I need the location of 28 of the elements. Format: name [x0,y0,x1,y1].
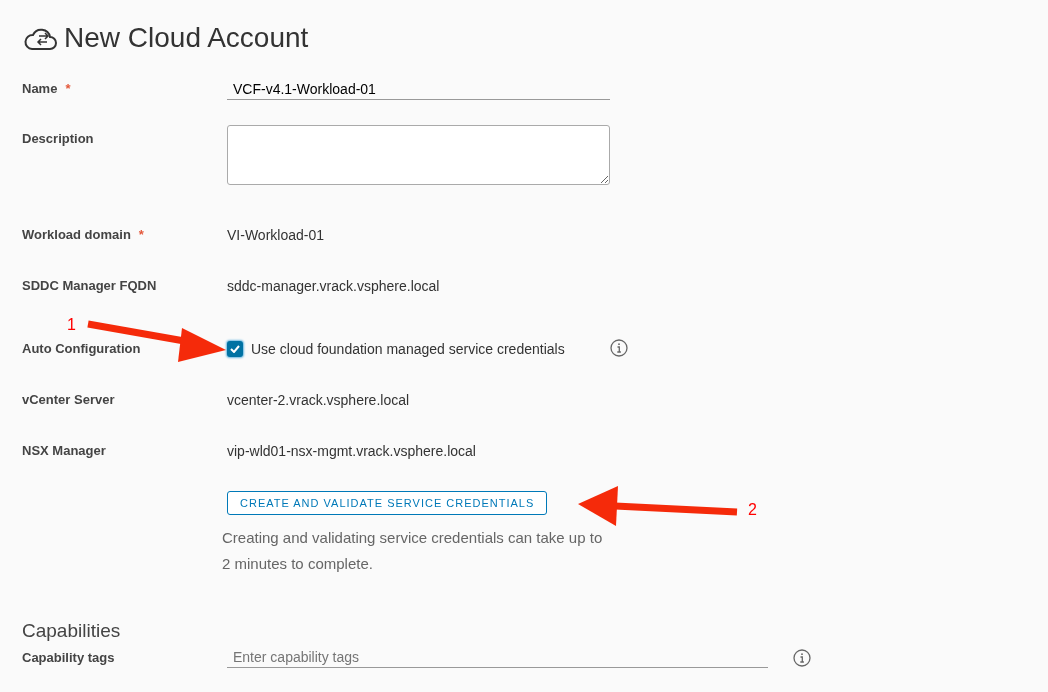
field-label: Auto Configuration [22,341,141,356]
help-text: Creating and validating service credentials can take up to 2 minutes to complete. [222,528,604,574]
field-label: SDDC Manager FQDN [22,278,157,293]
info-icon[interactable] [609,339,628,357]
check-icon [230,345,240,353]
field-value: VI-Workload-01 [227,226,324,245]
page-title: New Cloud Account [64,21,309,55]
field-label: Capability tags [22,648,116,667]
field-value: vcenter-2.vrack.vsphere.local [227,391,410,410]
field-label: vCenter Server [22,392,115,407]
annotation-number: 2 [748,500,757,520]
field-label: NSX Manager [22,443,106,458]
capability-tags-field[interactable]: Enter capability tags [227,647,768,668]
field-label: Description [22,131,94,146]
field-label: Workload domain [22,227,131,242]
description-field[interactable] [227,125,610,185]
name-field[interactable]: VCF-v4.1-Workload-01 [227,79,610,100]
annotation-number: 1 [67,315,76,335]
checkbox-label: Use cloud foundation managed service credentials [251,340,565,359]
create-credentials-button[interactable]: CREATE AND VALIDATE SERVICE CREDENTIALS [227,491,548,515]
field-value: sddc-manager.vrack.vsphere.local [227,277,440,296]
info-icon[interactable] [793,648,811,667]
section-heading: Capabilities [22,619,122,643]
required-mark: * [65,81,71,96]
field-label: Name [22,81,58,96]
field-value: vip-wld01-nsx-mgmt.vrack.vsphere.local [227,442,476,461]
checkbox[interactable] [227,341,243,357]
required-mark: * [138,227,144,242]
